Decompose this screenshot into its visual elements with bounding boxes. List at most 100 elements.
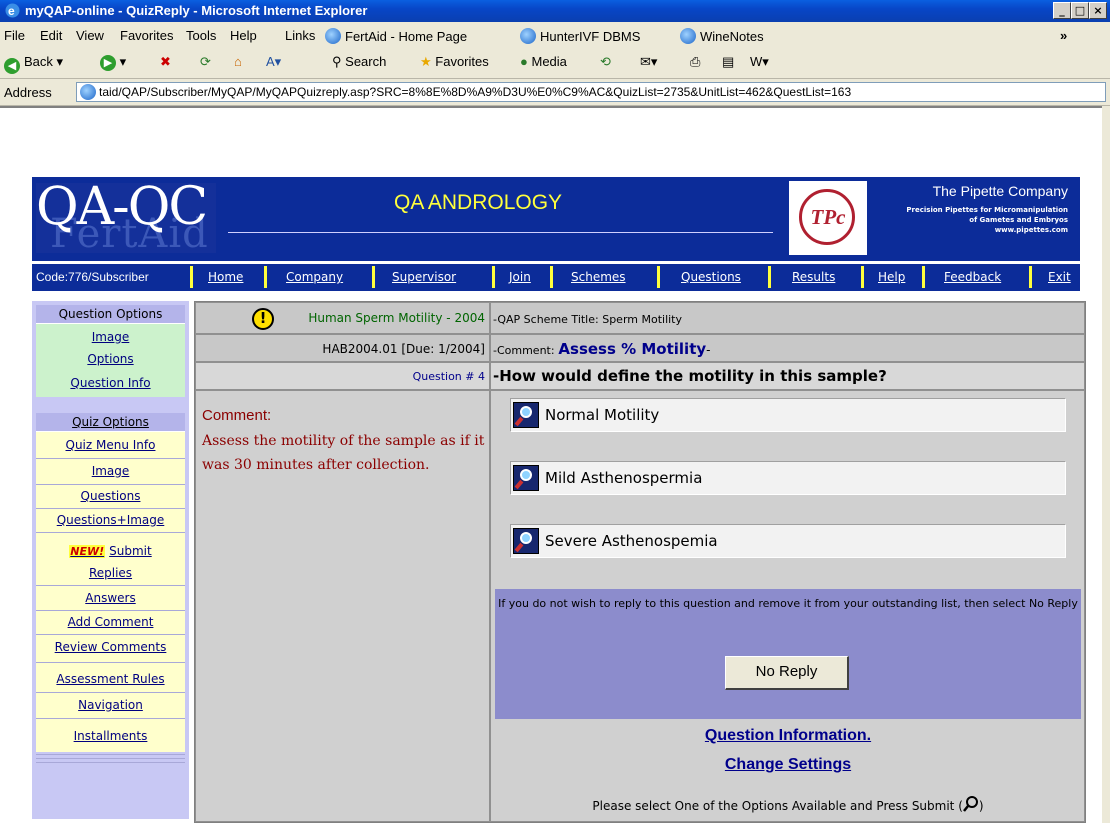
subscriber-code: Code:776/Subscriber (36, 270, 149, 284)
question-code: HAB2004.01 [Due: 1/2004] (322, 342, 485, 356)
vertical-scrollbar[interactable] (1102, 106, 1110, 823)
question-information-link[interactable]: Question Information. (495, 727, 1081, 745)
link-winenotes-label: WineNotes (700, 29, 764, 44)
sidebar-item-answers[interactable]: Answers (36, 591, 185, 605)
magnifier-icon (513, 528, 539, 554)
comment-body: Assess the motility of the sample as if … (202, 433, 485, 473)
menu-view[interactable]: View (76, 28, 104, 43)
menu-edit[interactable]: Edit (40, 28, 62, 43)
pipette-company-ad[interactable]: The Pipette Company Precision Pipettes f… (870, 179, 1076, 257)
option-severe-asthenospemia[interactable]: Severe Asthenospemia (510, 524, 1066, 558)
sidebar-item-replies[interactable]: Replies (36, 566, 185, 580)
word-icon[interactable]: W▾ (750, 54, 769, 70)
forward-button[interactable]: ▶ ▾ (100, 54, 126, 71)
tpc-logo[interactable]: TPc (789, 181, 867, 255)
favorites-button[interactable]: ★ Favorites (420, 54, 489, 70)
nav-separator (372, 266, 375, 288)
sidebar-divider (36, 634, 185, 635)
nav-results[interactable]: Results (792, 270, 835, 284)
address-input[interactable]: taid/QAP/Subscriber/MyQAP/MyQAPQuizreply… (76, 82, 1106, 102)
quiz-options-header-label[interactable]: Quiz Options (72, 415, 149, 429)
site-banner: FertAid QA-QC QA ANDROLOGY TPc The Pipet… (32, 177, 1080, 261)
nav-separator (1029, 266, 1032, 288)
nav-schemes[interactable]: Schemes (571, 270, 626, 284)
company-url: www.pipettes.com (994, 226, 1068, 234)
media-label: Media (531, 54, 567, 69)
edit-icon[interactable]: ▤ (722, 54, 734, 70)
nav-feedback[interactable]: Feedback (944, 270, 1001, 284)
ie-page-icon (325, 28, 341, 44)
print-icon[interactable]: ⎙ (690, 54, 700, 70)
window-title: myQAP-online - QuizReply - Microsoft Int… (25, 3, 368, 18)
search-label: Search (345, 54, 387, 69)
nav-separator (861, 266, 864, 288)
sidebar-item-installments[interactable]: Installments (36, 729, 185, 743)
nav-separator (492, 266, 495, 288)
warning-icon: ! (252, 308, 274, 330)
stop-icon[interactable]: ✖ (160, 54, 171, 70)
sidebar-item-options[interactable]: Options (36, 352, 185, 366)
company-desc-line-1: Precision Pipettes for Micromanipulation (906, 206, 1068, 214)
question-panel: ! Human Sperm Motility - 2004 -QAP Schem… (194, 301, 1086, 823)
nav-questions[interactable]: Questions (681, 270, 741, 284)
home-icon[interactable]: ⌂ (234, 54, 242, 69)
code-cell: HAB2004.01 [Due: 1/2004] (195, 334, 490, 362)
comment-title-cell: -Comment: Assess % Motility- (490, 334, 1085, 362)
nav-company[interactable]: Company (286, 270, 343, 284)
option-label: Normal Motility (545, 406, 660, 424)
media-icon: ● (520, 54, 528, 69)
refresh-icon[interactable]: ⟳ (200, 54, 211, 70)
back-button[interactable]: ◀ Back ▾ (4, 54, 63, 74)
sidebar-item-quiz-menu-info[interactable]: Quiz Menu Info (36, 438, 185, 452)
link-huntervf[interactable]: HunterIVF DBMS (520, 28, 640, 44)
search-button[interactable]: ⚲ Search (332, 54, 386, 70)
sidebar-item-question-info[interactable]: Question Info (36, 376, 185, 390)
nav-help[interactable]: Help (878, 270, 905, 284)
quiz-options-header: Quiz Options (36, 413, 185, 432)
link-winenotes[interactable]: WineNotes (680, 28, 764, 44)
sidebar-item-review-comments[interactable]: Review Comments (36, 640, 185, 654)
qa-qc-fertaid-logo[interactable]: FertAid QA-QC (36, 177, 216, 257)
sidebar-item-assessment-rules[interactable]: Assessment Rules (36, 672, 185, 686)
sidebar-item-quiz-image[interactable]: Image (36, 464, 185, 478)
option-normal-motility[interactable]: Normal Motility (510, 398, 1066, 432)
link-fertaid-label: FertAid - Home Page (345, 29, 468, 44)
sidebar-divider (36, 532, 185, 533)
menu-favorites[interactable]: Favorites (120, 28, 173, 43)
option-label: Mild Asthenospermia (545, 469, 703, 487)
nav-separator (550, 266, 553, 288)
scheme-link[interactable]: Human Sperm Motility - 2004 (308, 311, 485, 325)
menu-help[interactable]: Help (230, 28, 257, 43)
menu-file[interactable]: File (4, 28, 25, 43)
maximize-button[interactable]: □ (1071, 2, 1089, 19)
links-overflow-button[interactable]: » (1060, 28, 1067, 43)
nav-supervisor[interactable]: Supervisor (392, 270, 456, 284)
change-settings-link[interactable]: Change Settings (495, 756, 1081, 774)
font-size-icon[interactable]: A▾ (266, 54, 281, 70)
no-reply-button[interactable]: No Reply (725, 656, 849, 690)
nav-separator (190, 266, 193, 288)
option-mild-asthenospermia[interactable]: Mild Asthenospermia (510, 461, 1066, 495)
history-icon[interactable]: ⟲ (600, 54, 611, 70)
menu-bar: File Edit View Favorites Tools Help Link… (0, 22, 1110, 49)
nav-join[interactable]: Join (509, 270, 531, 284)
sidebar-item-add-comment[interactable]: Add Comment (36, 615, 185, 629)
ie-page-icon (80, 84, 96, 100)
close-button[interactable]: × (1089, 2, 1107, 19)
svg-text:e: e (8, 4, 15, 18)
comment-cell: Comment: Assess the motility of the samp… (195, 390, 490, 822)
sidebar-item-navigation[interactable]: Navigation (36, 698, 185, 712)
nav-exit[interactable]: Exit (1048, 270, 1071, 284)
magnifier-icon (513, 465, 539, 491)
menu-tools[interactable]: Tools (186, 28, 216, 43)
link-fertaid-home[interactable]: FertAid - Home Page (325, 28, 467, 44)
sidebar-item-questions[interactable]: Questions (36, 489, 185, 503)
nav-home[interactable]: Home (208, 270, 243, 284)
media-button[interactable]: ● Media (520, 54, 567, 69)
mail-icon[interactable]: ✉▾ (640, 54, 657, 70)
sidebar-item-submit[interactable]: NEW! Submit (36, 544, 185, 558)
nav-separator (768, 266, 771, 288)
sidebar-item-image[interactable]: Image (36, 330, 185, 344)
sidebar-item-questions-image[interactable]: Questions+Image (36, 513, 185, 527)
minimize-button[interactable]: _ (1053, 2, 1071, 19)
